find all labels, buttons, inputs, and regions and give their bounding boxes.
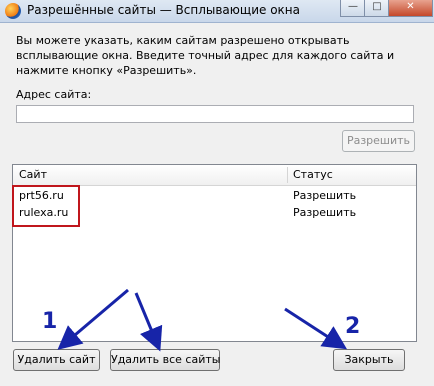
column-header-status[interactable]: Статус (293, 165, 333, 185)
allow-button[interactable]: Разрешить (342, 130, 415, 152)
close-label: Закрыть (344, 353, 394, 366)
address-input[interactable] (16, 105, 414, 123)
description-text: Вы можете указать, каким сайтам разрешен… (16, 34, 395, 77)
address-label: Адрес сайта: (16, 88, 92, 101)
column-header-site[interactable]: Сайт (19, 165, 47, 185)
firefox-icon (5, 3, 21, 19)
row-status: Разрешить (293, 206, 357, 219)
maximize-button[interactable]: □ (364, 0, 390, 17)
window-title: Разрешённые сайты — Всплывающие окна (27, 3, 300, 17)
remove-site-button[interactable]: Удалить сайт (13, 349, 100, 371)
marker-2: 2 (345, 314, 361, 339)
close-window-button[interactable]: ✕ (388, 0, 433, 17)
remove-site-label: Удалить сайт (17, 353, 96, 366)
title-bar[interactable]: Разрешённые сайты — Всплывающие окна — □… (0, 0, 434, 23)
close-button[interactable]: Закрыть (333, 349, 405, 371)
column-separator[interactable] (287, 167, 288, 183)
remove-all-sites-button[interactable]: Удалить все сайты (110, 349, 220, 371)
row-status: Разрешить (293, 189, 357, 202)
minimize-button[interactable]: — (340, 0, 366, 17)
table-header: Сайт Статус (13, 165, 416, 186)
highlight-box (12, 185, 80, 227)
remove-all-sites-label: Удалить все сайты (111, 353, 221, 366)
dialog-window: Разрешённые сайты — Всплывающие окна — □… (0, 0, 434, 386)
marker-1: 1 (42, 309, 58, 334)
